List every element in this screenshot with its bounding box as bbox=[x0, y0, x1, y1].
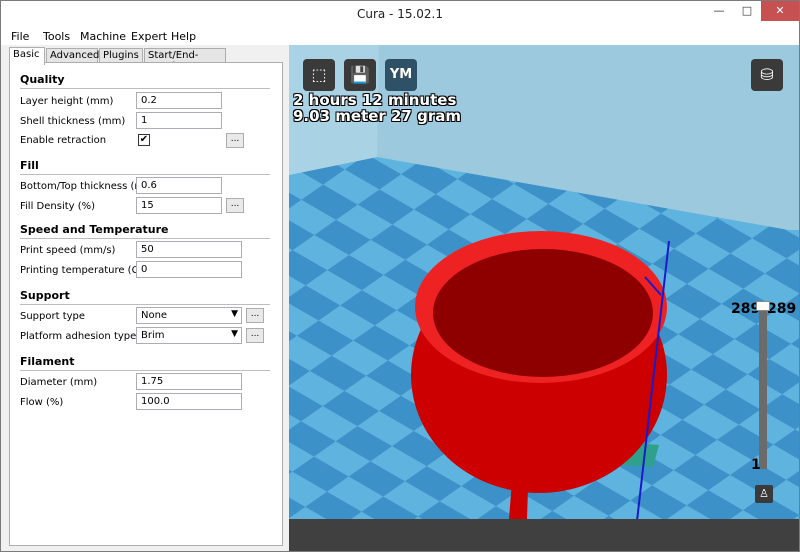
retraction-label: Enable retraction bbox=[20, 135, 107, 146]
settings-sidebar: Basic Advanced Plugins Start/End-GCode Q… bbox=[3, 45, 287, 551]
menu-machine[interactable]: Machine bbox=[80, 30, 126, 43]
shell-thickness-input[interactable]: 1 bbox=[136, 112, 222, 129]
section-quality: Quality bbox=[20, 73, 65, 86]
adhesion-settings-button[interactable]: ... bbox=[246, 328, 264, 343]
platform-adhesion-value: Brim bbox=[141, 330, 165, 341]
layer-height-input[interactable]: 0.2 bbox=[136, 92, 222, 109]
chevron-down-icon: ▼ bbox=[231, 309, 238, 319]
layer-number-right: 289 bbox=[767, 301, 797, 317]
layer-slider[interactable] bbox=[759, 307, 767, 469]
3d-viewport[interactable]: ⬚ 💾 YM 2 hours 12 minutes 9.03 meter 27 … bbox=[289, 45, 799, 551]
tab-basic[interactable]: Basic bbox=[9, 47, 45, 65]
window-title: Cura - 15.02.1 bbox=[356, 7, 444, 21]
load-model-icon[interactable]: ⬚ bbox=[303, 59, 335, 91]
diameter-input[interactable]: 1.75 bbox=[136, 373, 242, 390]
close-button[interactable]: ✕ bbox=[761, 1, 799, 21]
platform-adhesion-label: Platform adhesion type bbox=[20, 331, 137, 342]
flow-label: Flow (%) bbox=[20, 397, 64, 408]
layer-height-label: Layer height (mm) bbox=[20, 96, 114, 107]
cura-window: Cura - 15.02.1 — □ ✕ File Tools Machine … bbox=[0, 0, 800, 552]
platform-adhesion-select[interactable]: Brim ▼ bbox=[136, 327, 242, 344]
menu-file[interactable]: File bbox=[11, 30, 29, 43]
divider bbox=[20, 304, 270, 305]
retraction-settings-button[interactable]: ... bbox=[226, 133, 244, 148]
menu-tools[interactable]: Tools bbox=[43, 30, 70, 43]
menu-expert[interactable]: Expert bbox=[131, 30, 167, 43]
ym-button[interactable]: YM bbox=[385, 59, 417, 91]
basic-settings-panel: Quality Layer height (mm) 0.2 Shell thic… bbox=[9, 62, 283, 546]
section-support: Support bbox=[20, 289, 70, 302]
divider bbox=[20, 238, 270, 239]
section-fill: Fill bbox=[20, 159, 39, 172]
support-type-select[interactable]: None ▼ bbox=[136, 307, 242, 324]
section-speed-temperature: Speed and Temperature bbox=[20, 223, 169, 236]
model-interior bbox=[433, 249, 653, 377]
printing-temperature-label: Printing temperature (C) bbox=[20, 265, 143, 276]
chevron-down-icon: ▼ bbox=[231, 329, 238, 339]
viewport-bottom-bar bbox=[289, 519, 799, 551]
print-speed-label: Print speed (mm/s) bbox=[20, 245, 116, 256]
flow-input[interactable]: 100.0 bbox=[136, 393, 242, 410]
support-type-value: None bbox=[141, 310, 168, 321]
fill-settings-button[interactable]: ... bbox=[226, 198, 244, 213]
divider bbox=[20, 370, 270, 371]
fill-density-label: Fill Density (%) bbox=[20, 201, 96, 212]
layer-number-min: 1 bbox=[751, 457, 761, 473]
material-usage-text: 9.03 meter 27 gram bbox=[293, 107, 461, 125]
printing-temperature-input[interactable]: 0 bbox=[136, 261, 242, 278]
diameter-label: Diameter (mm) bbox=[20, 377, 98, 388]
print-speed-input[interactable]: 50 bbox=[136, 241, 242, 258]
retraction-checkbox[interactable]: ✔ bbox=[138, 134, 150, 146]
divider bbox=[20, 174, 270, 175]
shell-thickness-label: Shell thickness (mm) bbox=[20, 116, 126, 127]
section-filament: Filament bbox=[20, 355, 75, 368]
view-mode-icon[interactable]: ⛁ bbox=[751, 59, 783, 91]
title-bar: Cura - 15.02.1 — □ ✕ bbox=[1, 1, 799, 29]
divider bbox=[20, 88, 270, 89]
minimize-button[interactable]: — bbox=[705, 1, 733, 21]
bottom-top-thickness-input[interactable]: 0.6 bbox=[136, 177, 222, 194]
support-settings-button[interactable]: ... bbox=[246, 308, 264, 323]
menu-bar: File Tools Machine Expert Help bbox=[1, 29, 799, 45]
menu-help[interactable]: Help bbox=[171, 30, 196, 43]
layer-view-icon[interactable]: ♙ bbox=[755, 485, 773, 503]
maximize-button[interactable]: □ bbox=[733, 1, 761, 21]
save-icon[interactable]: 💾 bbox=[344, 59, 376, 91]
layer-slider-handle[interactable] bbox=[756, 301, 770, 311]
fill-density-input[interactable]: 15 bbox=[136, 197, 222, 214]
support-type-label: Support type bbox=[20, 311, 86, 322]
